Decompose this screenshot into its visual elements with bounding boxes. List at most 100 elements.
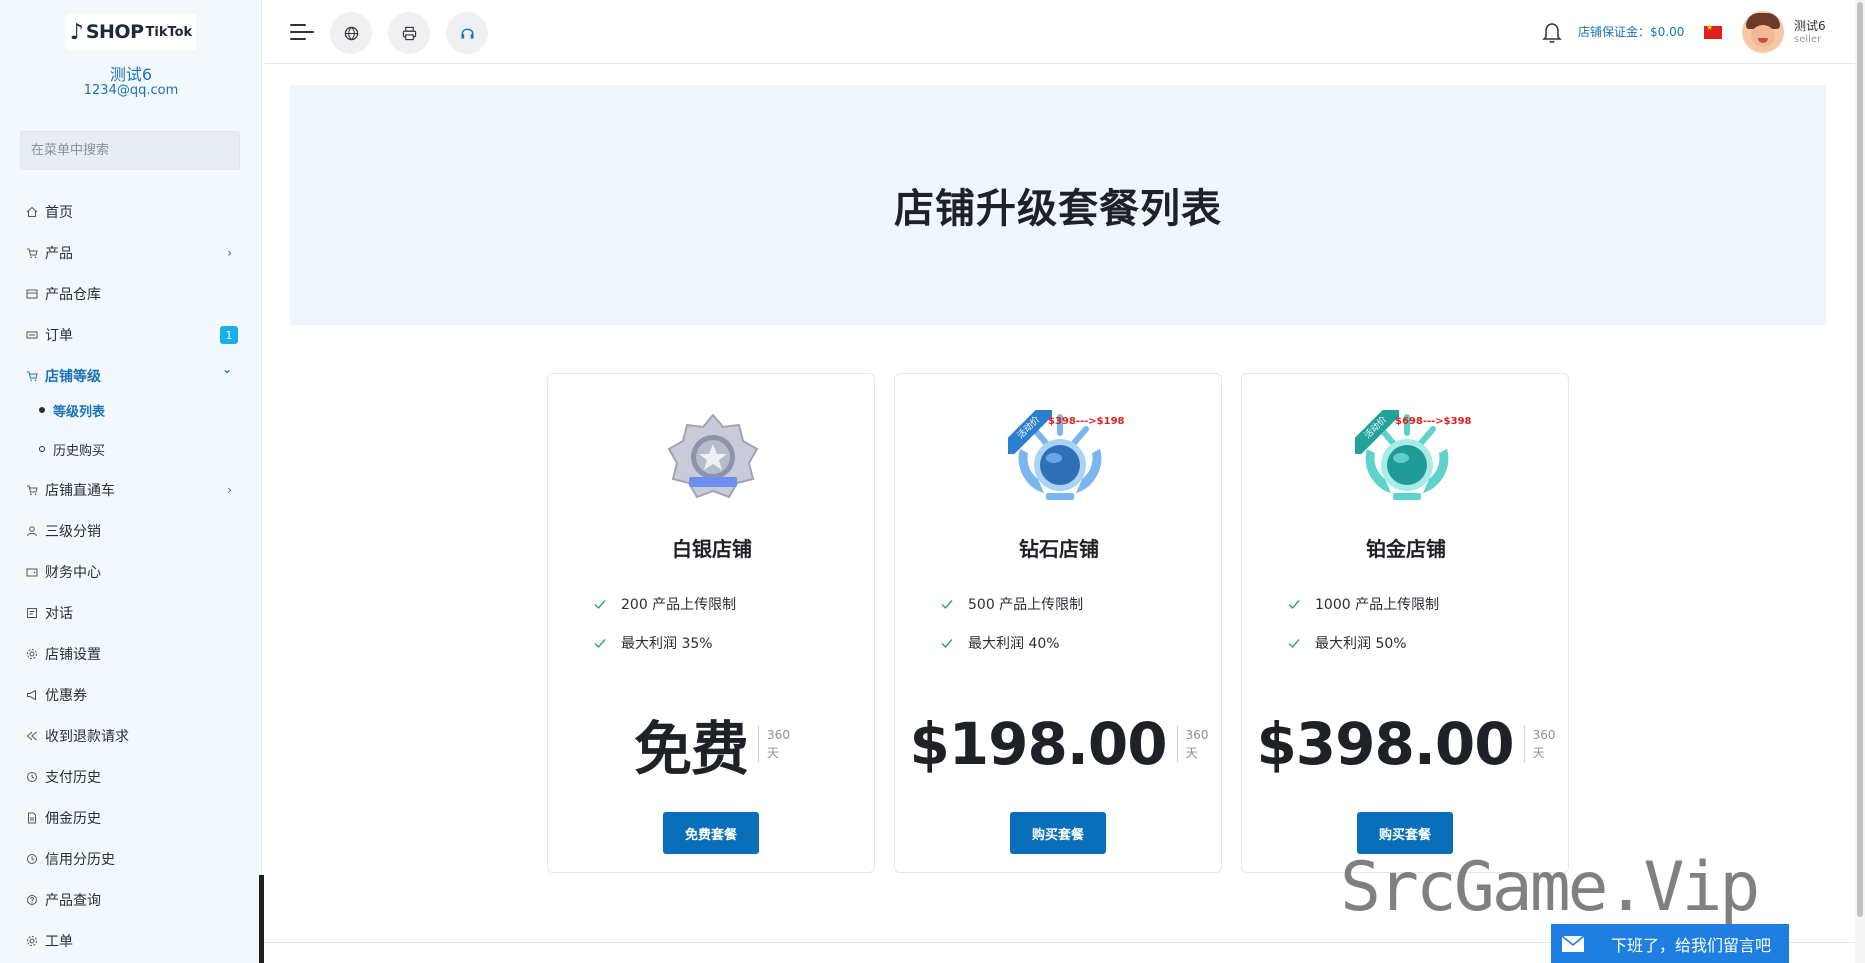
promo-price: $698--->$398: [1395, 416, 1472, 427]
plan-card-diamond: 活动价 $398--->$198 钻石店铺 500 产品上传限制 最大利润 40…: [894, 373, 1222, 873]
print-button[interactable]: [388, 12, 430, 54]
envelope-icon: [1561, 934, 1585, 952]
sidebar-item-shop-settings[interactable]: 店铺设置: [26, 642, 238, 666]
plan-feature: 最大利润 40%: [940, 633, 1060, 653]
support-button[interactable]: [446, 12, 488, 54]
refund-icon: [26, 730, 38, 742]
cart-icon: [26, 370, 38, 382]
sidebar-item-refund-requests[interactable]: 收到退款请求: [26, 724, 238, 748]
sidebar-user-name: 测试6: [109, 65, 153, 84]
app-root: ♪ SHOP TikTok 测试6 1234@qq.com 首页 产品 › 产品…: [0, 0, 1865, 963]
chevron-right-icon: ›: [227, 483, 232, 497]
sidebar-subitem-purchase-history[interactable]: 历史购买: [39, 438, 239, 460]
plan-price: $398.00: [1256, 710, 1514, 778]
sidebar-subitem-level-list[interactable]: 等级列表: [39, 399, 239, 421]
plan-price-row: $198.00 360 天: [895, 704, 1223, 784]
gear-icon: [26, 648, 38, 660]
buy-plan-button[interactable]: 购买套餐: [1010, 812, 1106, 854]
sidebar-item-distribution[interactable]: 三级分销: [26, 519, 238, 543]
seller-name[interactable]: 测试6: [1794, 17, 1826, 34]
warehouse-icon: [26, 288, 38, 300]
avatar[interactable]: [1742, 11, 1784, 53]
plan-price-row: $398.00 360 天: [1242, 704, 1570, 784]
language-button[interactable]: [330, 12, 372, 54]
plan-feature: 最大利润 35%: [593, 633, 713, 653]
plan-title: 白银店铺: [672, 537, 752, 561]
page-hero: 店铺升级套餐列表: [290, 85, 1826, 325]
plan-period: 360 天: [1176, 725, 1209, 763]
order-icon: [26, 329, 38, 341]
sidebar-user-email: 1234@qq.com: [83, 83, 179, 98]
plan-card-platinum: 活动价 $698--->$398 铂金店铺 1000 产品上传限制 最大利润 5…: [1241, 373, 1569, 873]
plan-period: 360 天: [1523, 725, 1556, 763]
sidebar-item-coupons[interactable]: 优惠券: [26, 683, 238, 707]
sidebar-item-credit-history[interactable]: 信用分历史: [26, 847, 238, 871]
sidebar-item-tickets[interactable]: 工单: [26, 929, 238, 953]
plan-feature: 200 产品上传限制: [593, 594, 736, 614]
sidebar: ♪ SHOP TikTok 测试6 1234@qq.com 首页 产品 › 产品…: [0, 0, 262, 963]
globe-icon: [344, 26, 358, 40]
free-plan-button[interactable]: 免费套餐: [663, 812, 759, 854]
plan-price: 免费: [634, 715, 749, 783]
orders-count-badge: 1: [220, 326, 238, 344]
page-scrollbar-thumb[interactable]: [1857, 2, 1863, 917]
plan-feature: 最大利润 50%: [1287, 633, 1407, 653]
shop-tiktok-logo[interactable]: ♪ SHOP TikTok: [66, 14, 196, 50]
silver-medal-icon: [667, 413, 759, 499]
check-icon: [1288, 600, 1300, 610]
megaphone-icon: [26, 689, 38, 701]
printer-icon: [402, 26, 416, 40]
bullet-icon: [39, 407, 45, 413]
headset-icon: [460, 28, 474, 39]
cart-icon: [26, 247, 38, 259]
sidebar-item-commission-history[interactable]: 佣金历史: [26, 806, 238, 830]
promo-ribbon: 活动价: [1355, 410, 1399, 454]
sidebar-item-product-query[interactable]: 产品查询: [26, 888, 238, 912]
chat-icon: [26, 607, 38, 619]
gear-icon: [26, 935, 38, 947]
sidebar-item-chat[interactable]: 对话: [26, 601, 238, 625]
home-icon: [26, 206, 38, 218]
sidebar-item-orders[interactable]: 订单 1: [26, 323, 238, 347]
cart-icon: [26, 484, 38, 496]
history-icon: [26, 771, 38, 783]
user-icon: [26, 525, 38, 537]
check-icon: [594, 600, 606, 610]
sidebar-item-home[interactable]: 首页: [26, 200, 238, 224]
plan-feature: 1000 产品上传限制: [1287, 594, 1439, 614]
page-title: 店铺升级套餐列表: [894, 186, 1222, 232]
plan-title: 钻石店铺: [1019, 537, 1099, 561]
watermark: SrcGame.Vip: [1340, 848, 1760, 927]
sidebar-item-products[interactable]: 产品 ›: [26, 241, 238, 265]
topbar: 店铺保证金：$0.00 测试6 seller: [264, 0, 1865, 64]
check-icon: [594, 639, 606, 649]
check-icon: [1288, 639, 1300, 649]
plan-price: $198.00: [909, 710, 1167, 778]
chevron-right-icon: ›: [227, 246, 232, 260]
sidebar-item-finance[interactable]: 财务中心: [26, 560, 238, 584]
plan-period: 360 天: [758, 725, 790, 763]
check-icon: [941, 639, 953, 649]
history-icon: [26, 853, 38, 865]
wallet-icon: [26, 566, 38, 578]
sidebar-item-shop-express[interactable]: 店铺直通车 ›: [26, 478, 238, 502]
sidebar-item-payment-history[interactable]: 支付历史: [26, 765, 238, 789]
menu-search-input[interactable]: [20, 131, 240, 170]
plan-feature: 500 产品上传限制: [940, 594, 1083, 614]
sidebar-item-warehouse[interactable]: 产品仓库: [26, 282, 238, 306]
plan-price-row: 免费 360 天: [548, 704, 876, 784]
tiktok-note-icon: ♪: [69, 19, 84, 45]
document-icon: [26, 812, 38, 824]
menu-toggle-icon[interactable]: [290, 22, 314, 42]
question-icon: [26, 894, 38, 906]
shop-deposit: 店铺保证金：$0.00: [1578, 25, 1685, 39]
sidebar-item-shop-level[interactable]: 店铺等级 ⌄: [26, 362, 238, 388]
check-icon: [941, 600, 953, 610]
plan-title: 铂金店铺: [1366, 537, 1446, 561]
chevron-down-icon: ⌄: [221, 362, 232, 376]
china-flag-icon[interactable]: [1704, 23, 1722, 39]
promo-ribbon: 活动价: [1008, 410, 1052, 454]
sidebar-scrollbar[interactable]: [259, 875, 264, 963]
bell-icon[interactable]: [1541, 20, 1563, 44]
leave-message-bar[interactable]: 下班了，给我们留言吧: [1551, 924, 1789, 963]
